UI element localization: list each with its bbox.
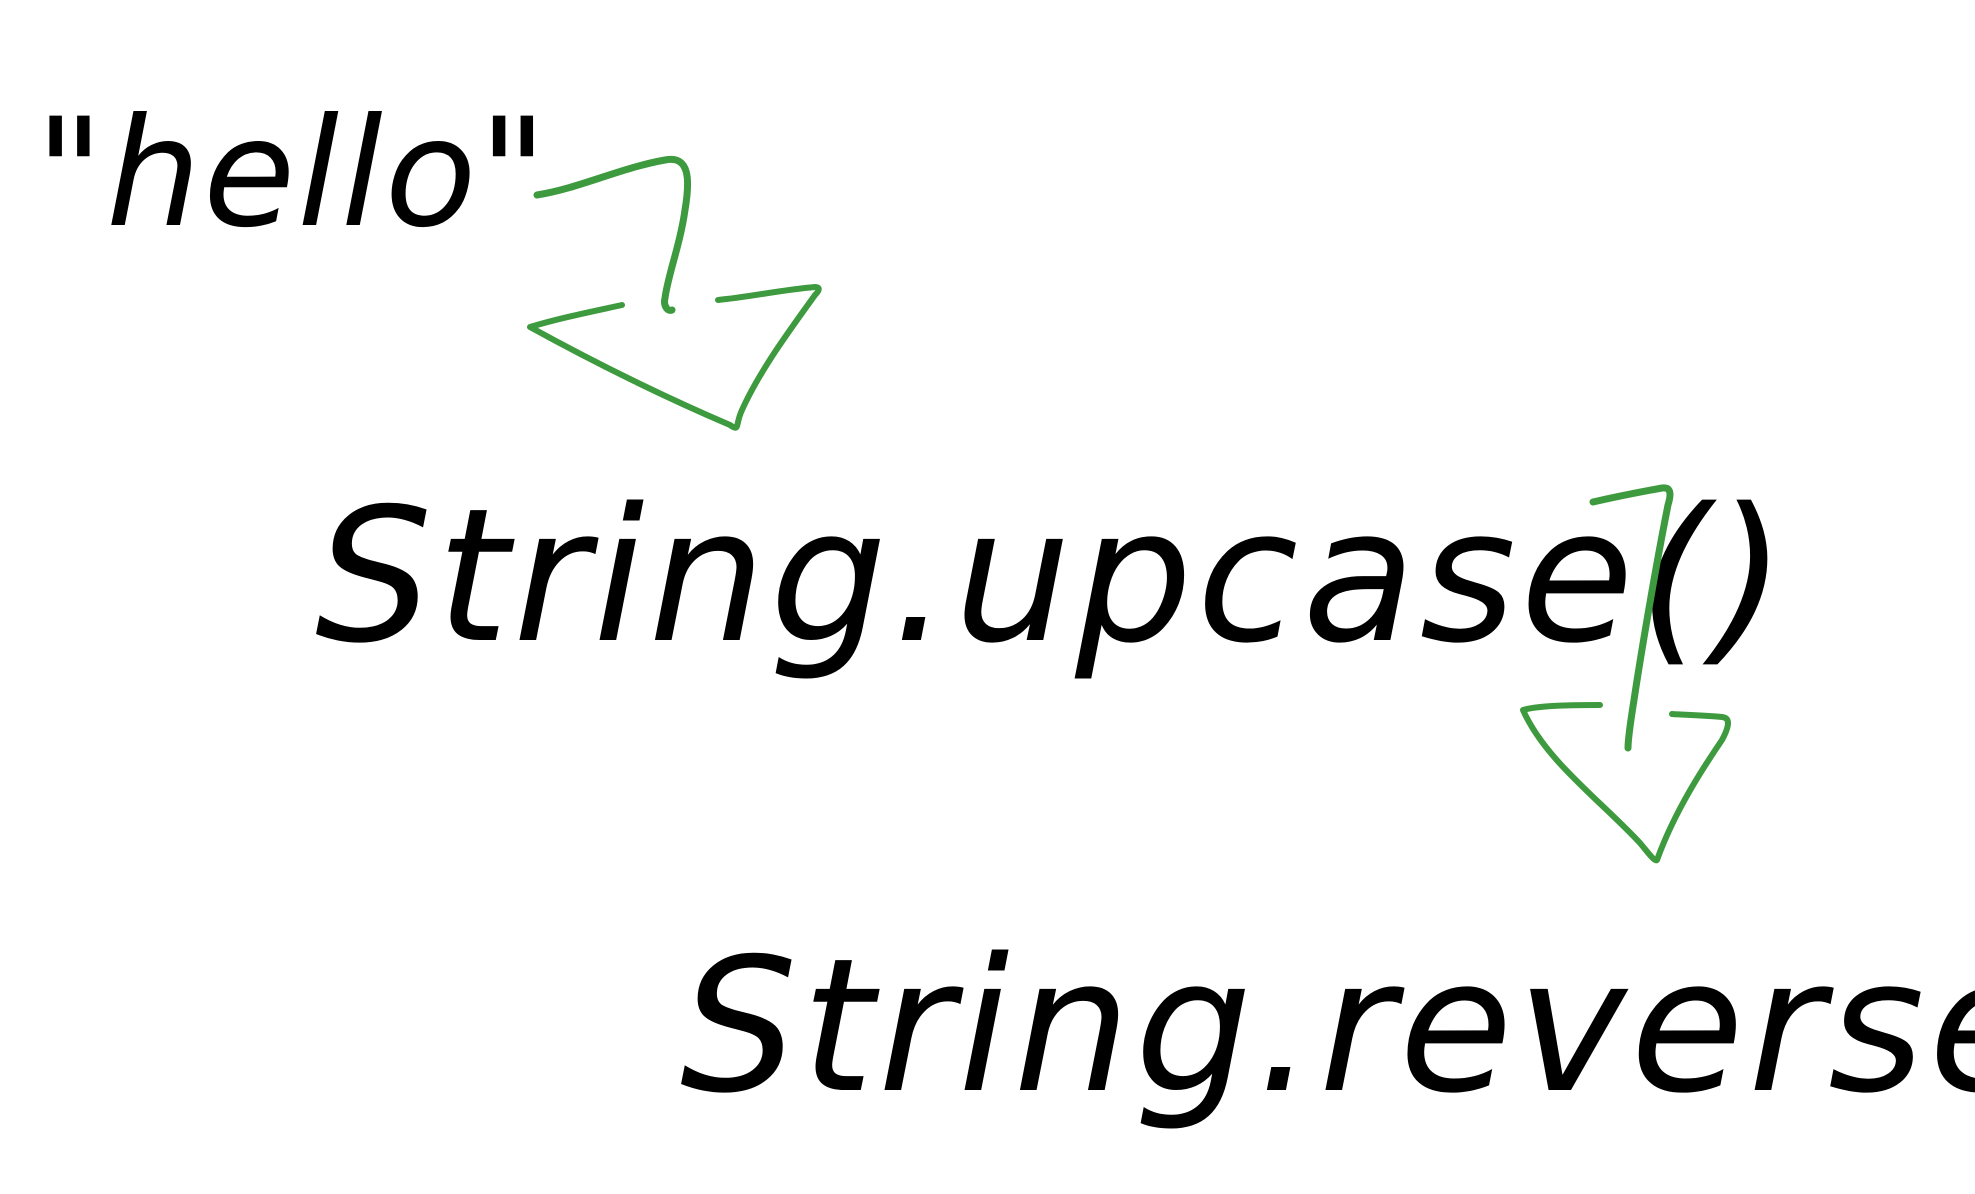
step-reverse: String.reverse() xyxy=(680,918,1975,1134)
step-upcase-label: String.upcase() xyxy=(315,468,1790,684)
step-reverse-label: String.reverse() xyxy=(680,918,1975,1134)
curved-down-arrow-icon xyxy=(527,155,822,431)
diagram-svg: "hello" String.upcase() String.revers xyxy=(35,87,1975,1134)
step-upcase: String.upcase() xyxy=(315,468,1790,684)
step-hello: "hello" xyxy=(35,87,549,261)
step-hello-label: "hello" xyxy=(35,87,549,261)
arrow-hello-to-upcase xyxy=(527,155,822,431)
whiteboard-canvas: "hello" String.upcase() String.revers xyxy=(0,0,1975,1194)
